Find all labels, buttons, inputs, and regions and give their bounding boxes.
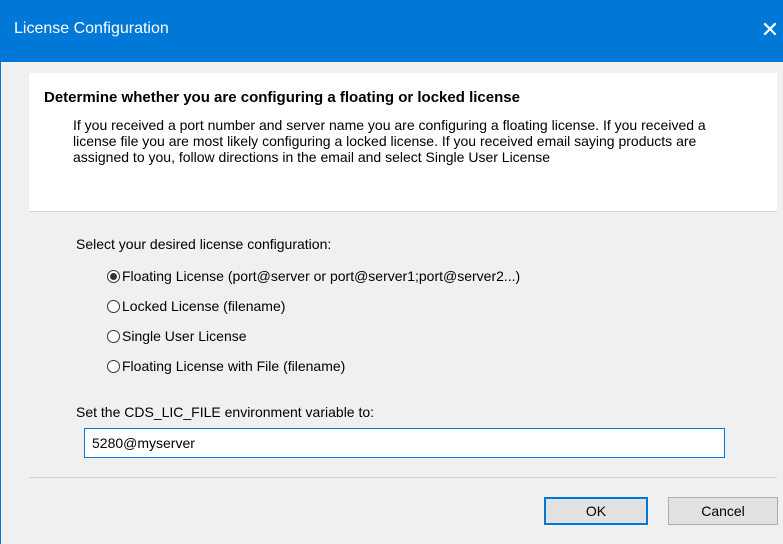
radio-label: Locked License (filename) <box>122 298 286 314</box>
ok-button[interactable]: OK <box>544 497 648 525</box>
header-description: If you received a port number and server… <box>73 117 706 165</box>
env-variable-input[interactable] <box>84 428 725 458</box>
radio-floating-license-with-file[interactable]: Floating License with File (filename) <box>107 356 345 376</box>
radio-button-icon[interactable] <box>107 269 120 283</box>
config-prompt: Select your desired license configuratio… <box>76 236 332 252</box>
radio-button-icon[interactable] <box>107 359 120 373</box>
radio-label: Floating License with File (filename) <box>122 358 346 374</box>
license-configuration-dialog: License Configuration ✕ Determine whethe… <box>0 0 783 544</box>
header-title: Determine whether you are configuring a … <box>44 89 520 106</box>
radio-label: Floating License (port@server or port@se… <box>122 268 521 284</box>
cancel-button[interactable]: Cancel <box>668 497 778 525</box>
radio-button-icon[interactable] <box>107 299 120 313</box>
footer-divider <box>29 477 777 478</box>
radio-locked-license[interactable]: Locked License (filename) <box>107 296 285 316</box>
radio-button-icon[interactable] <box>107 329 120 343</box>
env-variable-label: Set the CDS_LIC_FILE environment variabl… <box>76 404 375 420</box>
close-icon[interactable]: ✕ <box>756 10 783 50</box>
radio-single-user-license[interactable]: Single User License <box>107 326 247 346</box>
title-bar[interactable]: License Configuration ✕ <box>1 0 783 62</box>
radio-label: Single User License <box>122 328 247 344</box>
window-title: License Configuration <box>14 20 169 37</box>
header-panel: Determine whether you are configuring a … <box>29 73 777 212</box>
radio-floating-license[interactable]: Floating License (port@server or port@se… <box>107 266 520 286</box>
